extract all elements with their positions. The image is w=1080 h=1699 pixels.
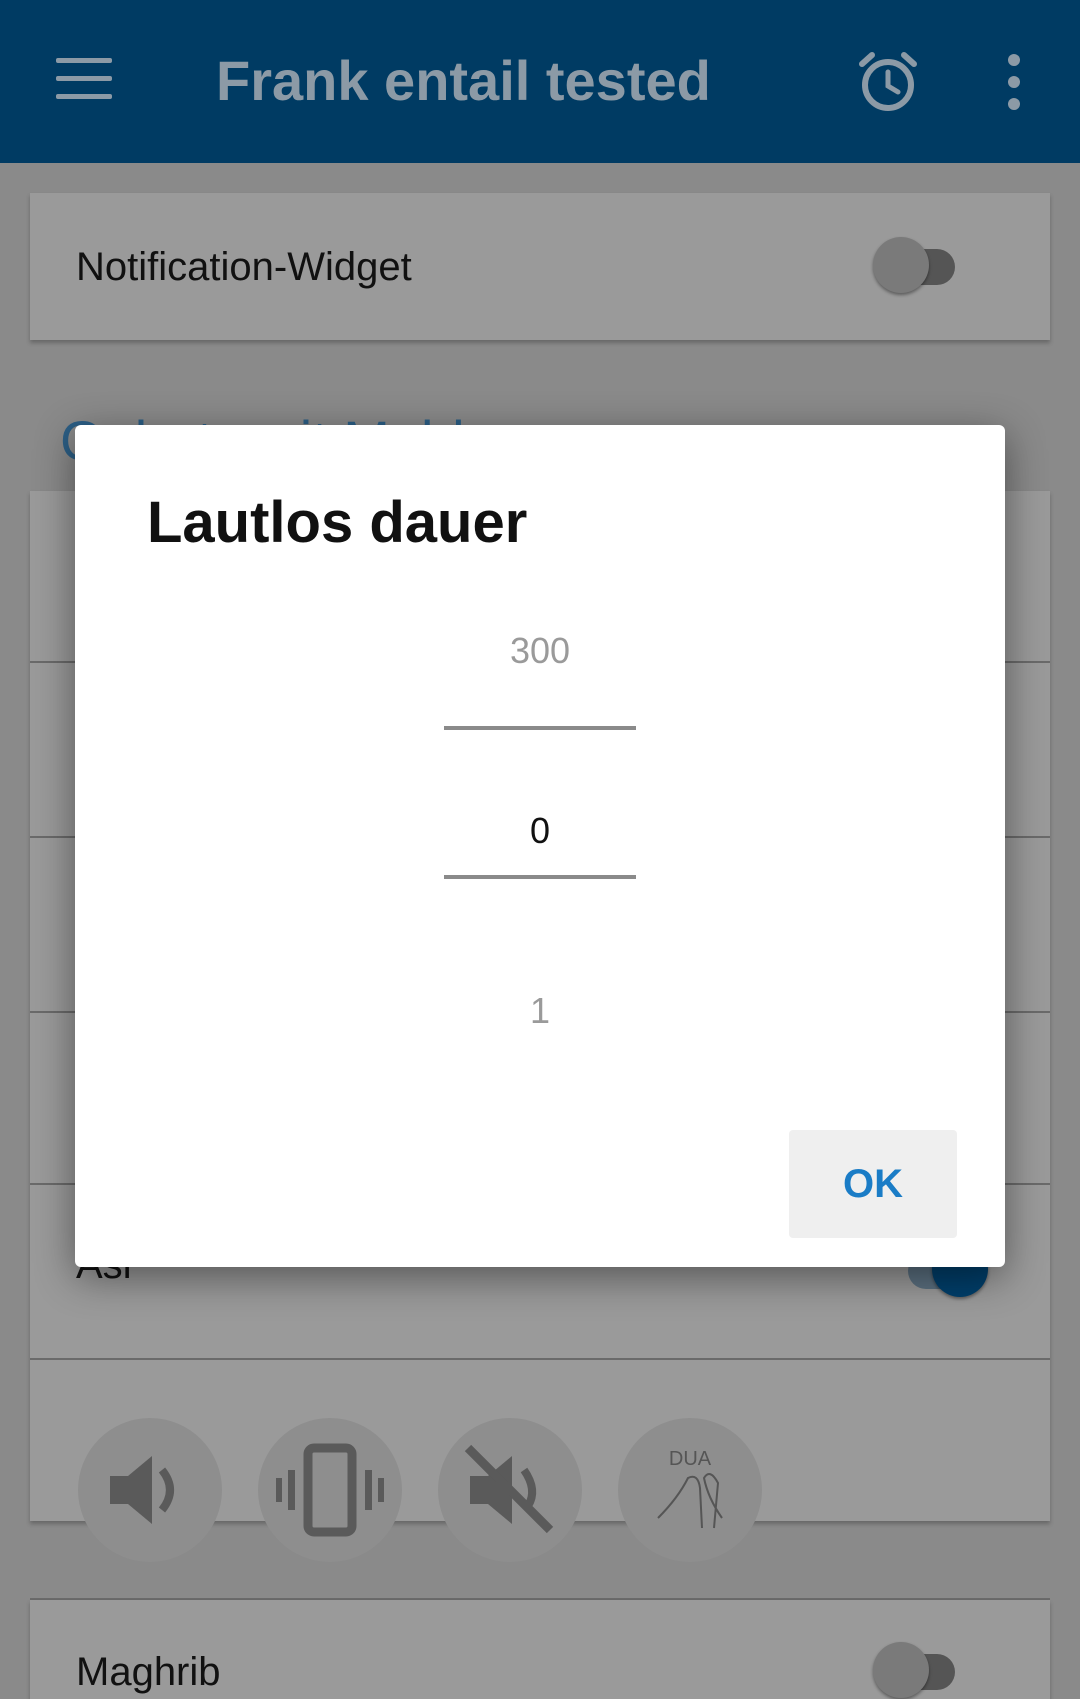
- dialog-title: Lautlos dauer: [147, 490, 528, 555]
- number-picker[interactable]: 300 0 1: [444, 600, 636, 1060]
- picker-previous-value[interactable]: 300: [444, 630, 636, 672]
- ok-button[interactable]: OK: [789, 1130, 957, 1238]
- silent-duration-dialog: Lautlos dauer 300 0 1 OK: [75, 425, 1005, 1267]
- picker-divider-top: [444, 726, 636, 730]
- picker-current-value[interactable]: 0: [444, 810, 636, 852]
- picker-divider-bottom: [444, 875, 636, 879]
- picker-next-value[interactable]: 1: [444, 990, 636, 1032]
